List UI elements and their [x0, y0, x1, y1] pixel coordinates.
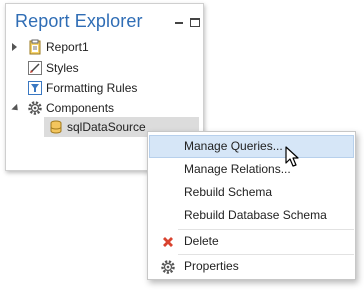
delete-x-icon	[160, 234, 176, 250]
menu-item-label: Manage Queries...	[184, 139, 283, 153]
tree-item-label: Components	[46, 101, 115, 115]
tree-item-formatting-rules[interactable]: Formatting Rules	[12, 78, 202, 98]
menu-item-label: Delete	[184, 234, 219, 248]
menu-item-delete[interactable]: Delete	[149, 230, 354, 253]
panel-title: Report Explorer	[15, 11, 143, 31]
tree-item-label: Report1	[46, 40, 89, 54]
context-menu: Manage Queries... Manage Relations... Re…	[147, 131, 356, 280]
tree-item-label: Styles	[46, 61, 79, 75]
menu-item-label: Manage Relations...	[184, 162, 291, 176]
properties-gear-icon	[160, 259, 176, 275]
tree-item-report1[interactable]: Report1	[12, 37, 202, 57]
menu-item-manage-relations[interactable]: Manage Relations...	[149, 158, 354, 181]
tree-item-components[interactable]: Components	[11, 98, 202, 118]
menu-item-rebuild-schema[interactable]: Rebuild Schema	[149, 181, 354, 204]
expand-arrow-icon[interactable]	[12, 43, 17, 51]
report-icon	[27, 39, 43, 55]
styles-icon	[27, 60, 43, 76]
tree-item-label: sqlDataSource	[67, 120, 146, 134]
formatting-rules-icon	[27, 80, 43, 96]
mouse-cursor-icon	[285, 146, 303, 168]
menu-item-label: Rebuild Database Schema	[184, 208, 327, 222]
menu-item-manage-queries[interactable]: Manage Queries...	[149, 135, 354, 158]
menu-item-label: Properties	[184, 259, 239, 273]
database-icon	[48, 119, 64, 135]
maximize-icon[interactable]	[189, 16, 201, 28]
menu-item-rebuild-database-schema[interactable]: Rebuild Database Schema	[149, 204, 354, 227]
components-gear-icon	[27, 100, 43, 116]
collapse-arrow-icon[interactable]	[11, 103, 21, 114]
tree-item-styles[interactable]: Styles	[12, 58, 202, 78]
tree-item-label: Formatting Rules	[46, 81, 138, 95]
menu-item-properties[interactable]: Properties	[149, 255, 354, 278]
pin-icon[interactable]	[173, 16, 185, 28]
menu-item-label: Rebuild Schema	[184, 185, 273, 199]
